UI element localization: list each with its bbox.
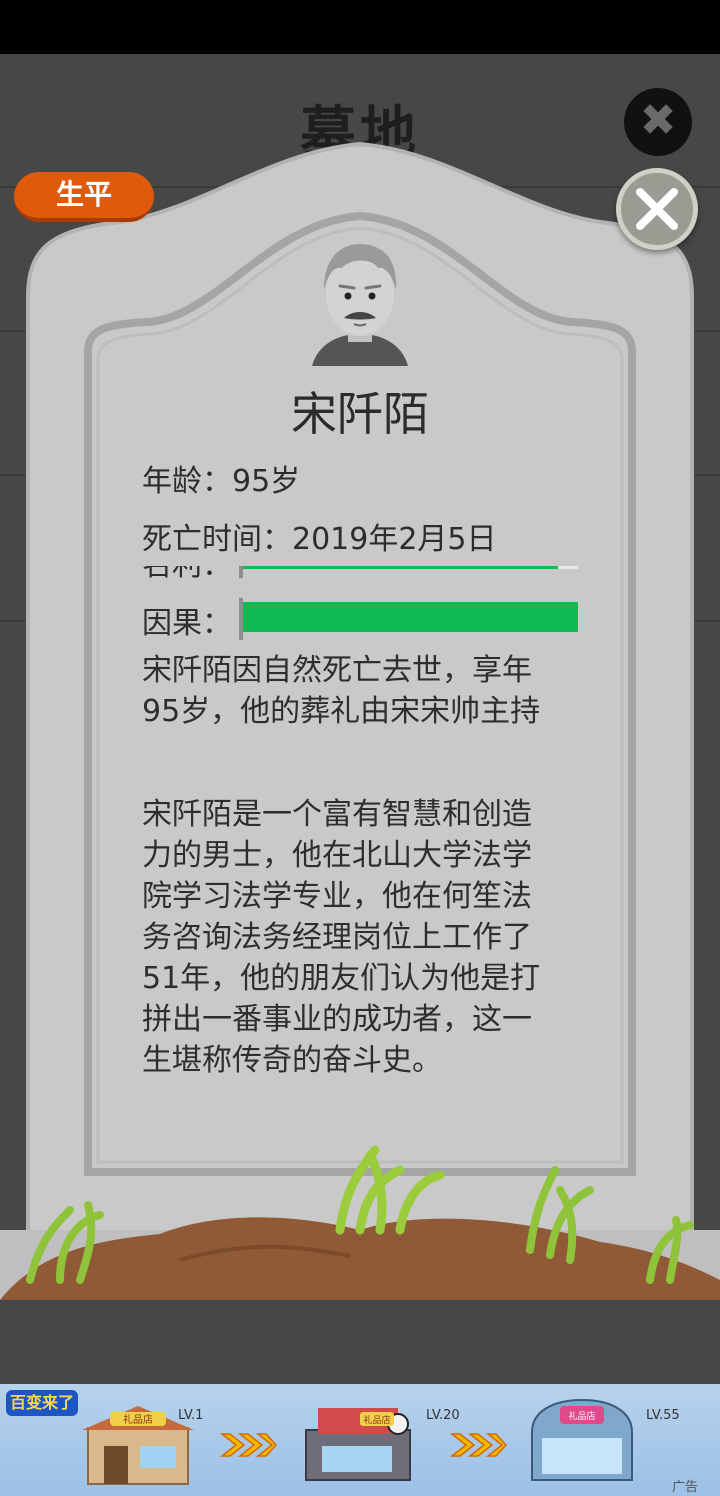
death-description: 宋阡陌因自然死亡去世，享年95岁，他的葬礼由宋宋帅主持 [142,653,541,729]
ad-shop-label: 礼品店 [568,1410,595,1422]
partial-stat-row: 名利： [142,566,582,578]
close-button[interactable] [616,168,698,250]
karma-bar [239,598,578,640]
karma-bar-fill [242,602,578,632]
bottom-strip [0,1300,720,1384]
double-arrow-icon [449,1433,508,1457]
gift-shop-level-55-icon: 礼品店 [531,1398,633,1481]
bar-notch [239,566,243,578]
bar-notch [239,598,243,640]
partial-stat-label: 名利： [142,566,232,578]
ad-tag: 广告 [672,1480,699,1495]
close-icon [636,188,678,230]
partial-stat-fill [242,566,558,569]
deceased-name: 宋阡陌 [291,387,429,441]
ad-level-55: LV.55 [646,1408,680,1423]
ad-shop-label: 礼品店 [123,1413,153,1426]
status-bar [0,0,720,54]
death-time-text: 死亡时间：2019年2月5日 [142,522,497,557]
tab-biography[interactable]: 生平 [14,172,154,222]
ad-level-20: LV.20 [426,1408,460,1423]
ad-level-1: LV.1 [178,1408,204,1423]
ad-shop-label: 礼品店 [363,1414,390,1426]
ad-banner[interactable]: 百变来了 礼品店 LV.1 礼品店 LV.20 礼品店 LV.55 广告 [0,1384,720,1496]
biography-text: 宋阡陌是一个富有智慧和创造力的男士，他在北山大学法学院学习法学专业，他在何笙法务… [142,797,541,1078]
double-arrow-icon [219,1433,278,1457]
ad-logo: 百变来了 [6,1390,78,1416]
age-text: 年龄：95岁 [142,464,301,499]
old-man-portrait-icon [312,244,408,366]
gift-shop-level-20-icon: 礼品店 [305,1408,411,1481]
partial-stat-bar [239,566,578,578]
karma-label: 因果： [142,606,232,641]
